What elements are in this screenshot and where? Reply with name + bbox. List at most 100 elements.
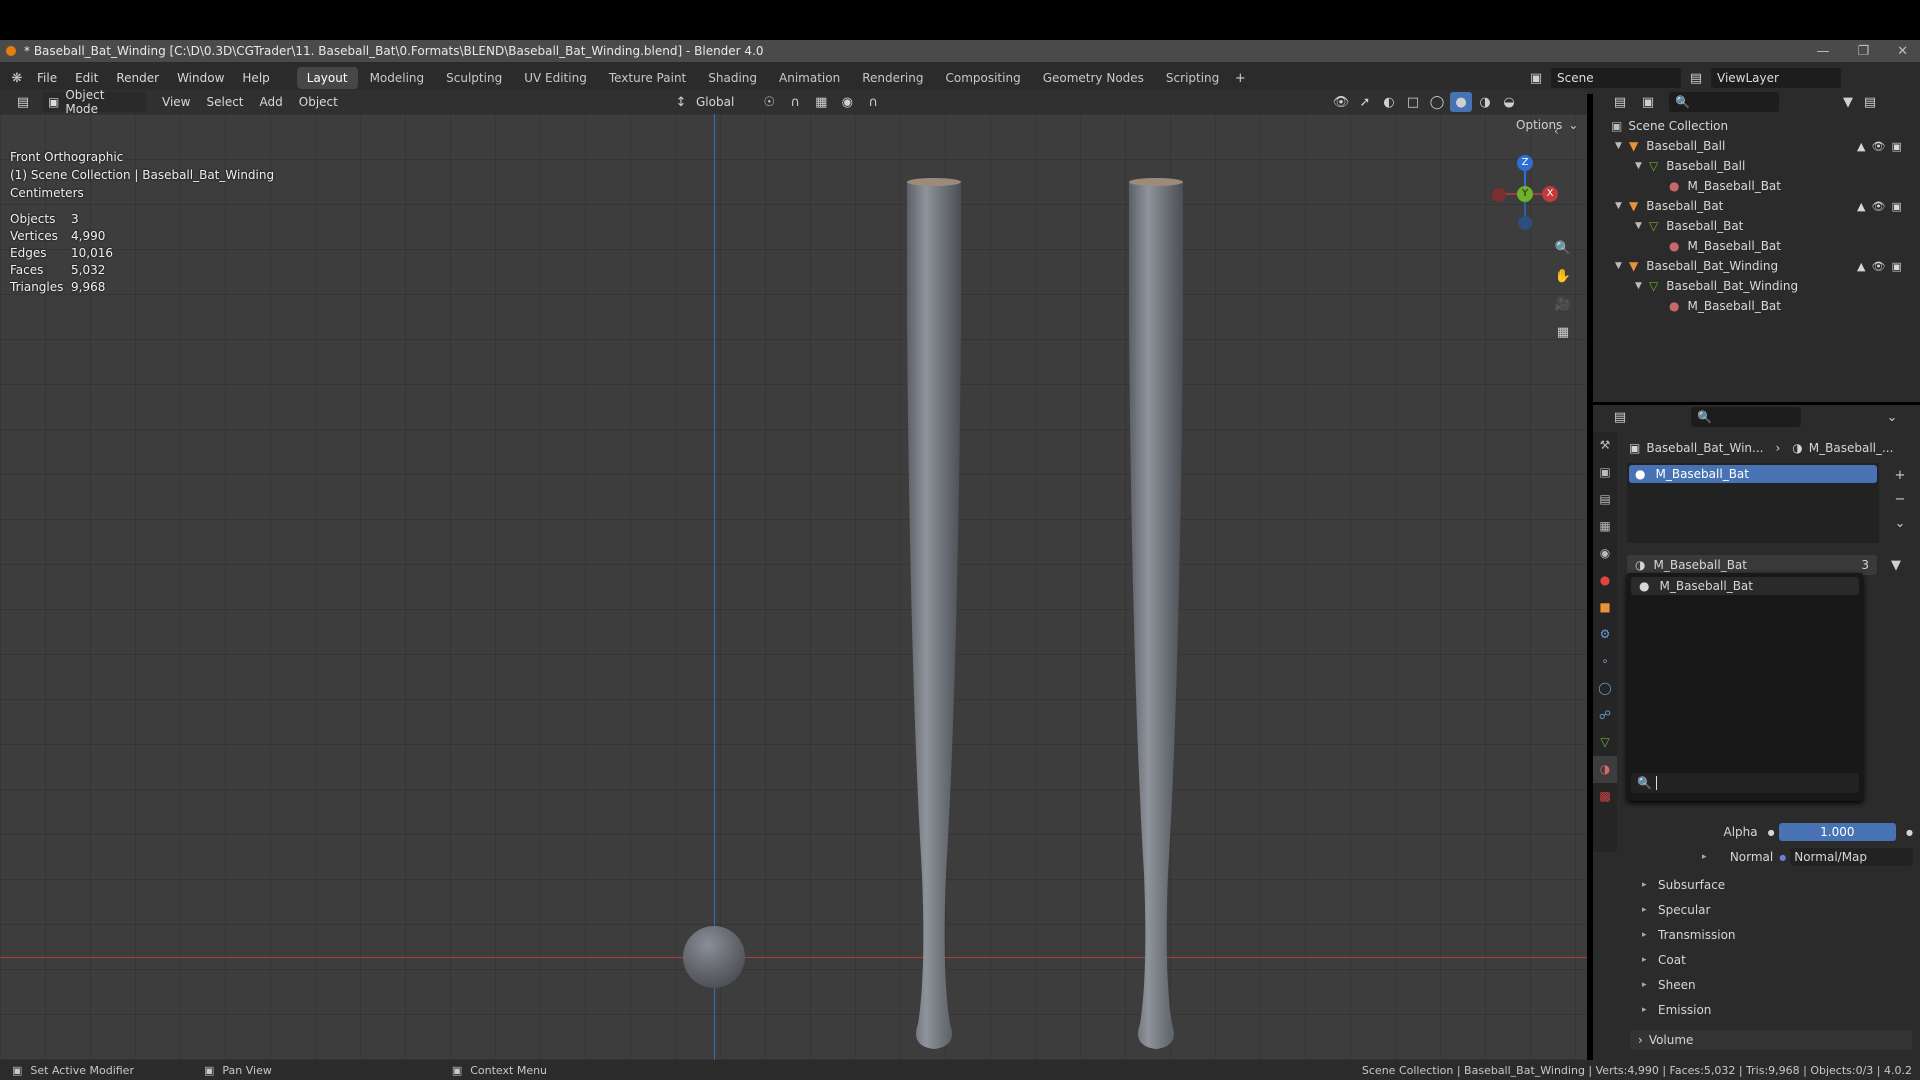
material-browse-icon[interactable]: ◑: [1635, 558, 1645, 572]
eye-icon[interactable]: 👁: [1871, 260, 1885, 273]
outliner-editor-icon[interactable]: ▤: [1609, 92, 1631, 112]
link-icon[interactable]: ▼: [1885, 555, 1907, 575]
outliner-item[interactable]: ▼ ▼ Baseball_Bat: [1615, 196, 1723, 216]
3d-viewport[interactable]: Front Orthographic (1) Scene Collection …: [0, 114, 1587, 1060]
add-slot-icon[interactable]: +: [1889, 465, 1911, 485]
tab-animation[interactable]: Animation: [769, 67, 850, 89]
render-icon[interactable]: ▣: [1593, 459, 1617, 486]
baseball-bat-object[interactable]: [907, 178, 961, 1049]
filter-icon[interactable]: ▼: [1837, 92, 1859, 112]
camera-render-icon[interactable]: ▣: [1891, 260, 1901, 273]
physics-icon[interactable]: ◯: [1593, 675, 1617, 702]
baseball-ball-object[interactable]: [683, 926, 745, 988]
viewport-menu-object[interactable]: Object: [291, 95, 346, 109]
section-subsurface[interactable]: ▸ Subsurface: [1636, 872, 1736, 897]
dropdown-item[interactable]: ● M_Baseball_Bat: [1631, 577, 1859, 595]
section-sheen[interactable]: ▸ Sheen: [1636, 972, 1736, 997]
gizmo-y[interactable]: Y: [1517, 186, 1533, 202]
camera-render-icon[interactable]: ▣: [1891, 200, 1901, 213]
normal-socket-icon[interactable]: ●: [1779, 853, 1786, 862]
outliner-item[interactable]: ▼ ▽ Baseball_Bat: [1635, 216, 1743, 236]
data-icon[interactable]: ▽: [1593, 729, 1617, 756]
view-layer-tab-icon[interactable]: ▦: [1593, 513, 1617, 540]
visibility-icon[interactable]: 👁: [1330, 92, 1352, 112]
expand-icon[interactable]: ▼: [1615, 201, 1629, 211]
expand-icon[interactable]: ▼: [1615, 261, 1629, 271]
section-coat[interactable]: ▸ Coat: [1636, 947, 1736, 972]
snap-grid-icon[interactable]: ▦: [810, 92, 832, 112]
section-transmission[interactable]: ▸ Transmission: [1636, 922, 1736, 947]
tab-modeling[interactable]: Modeling: [360, 67, 435, 89]
alpha-keyframe-icon[interactable]: ●: [1906, 828, 1913, 837]
modifier-icon[interactable]: ⚙: [1593, 621, 1617, 648]
viewport-menu-view[interactable]: View: [154, 95, 198, 109]
pivot-icon[interactable]: ☉: [758, 92, 780, 112]
section-specular[interactable]: ▸ Specular: [1636, 897, 1736, 922]
scene-tab-icon[interactable]: ◉: [1593, 540, 1617, 567]
xray-icon[interactable]: □: [1402, 92, 1424, 112]
add-workspace-icon[interactable]: +: [1229, 68, 1251, 88]
outliner-item[interactable]: ▼ ▼ Baseball_Ball: [1615, 136, 1725, 156]
baseball-bat-winding-object[interactable]: [1129, 178, 1183, 1060]
expand-icon[interactable]: ▼: [1635, 161, 1649, 171]
material-tab-icon[interactable]: ◑: [1593, 756, 1617, 783]
gizmo-neg-z[interactable]: [1518, 216, 1532, 230]
blender-menu-icon[interactable]: ❋: [6, 68, 28, 88]
material-datablock-field[interactable]: ◑ M_Baseball_Bat 3: [1627, 555, 1877, 575]
pan-hand-icon[interactable]: ✋: [1552, 266, 1574, 286]
world-icon[interactable]: ●: [1593, 567, 1617, 594]
alpha-field[interactable]: 1.000: [1778, 823, 1897, 841]
tab-shading[interactable]: Shading: [698, 67, 767, 89]
view-layer-field[interactable]: ViewLayer: [1711, 68, 1841, 88]
maximize-icon[interactable]: ❐: [1857, 44, 1869, 59]
slot-menu-icon[interactable]: ⌄: [1889, 513, 1911, 533]
overlay-toggle-icon[interactable]: ◐: [1378, 92, 1400, 112]
snap-icon[interactable]: ∩: [784, 92, 806, 112]
select-toggle-icon[interactable]: ▲: [1857, 140, 1865, 153]
outliner-search[interactable]: 🔍: [1669, 92, 1779, 112]
outliner-item[interactable]: ● M_Baseball_Bat: [1655, 236, 1781, 256]
orientation-select[interactable]: Global: [696, 95, 734, 109]
outliner-item[interactable]: ● M_Baseball_Bat: [1655, 296, 1781, 316]
view-layer-icon[interactable]: ▤: [1685, 68, 1707, 88]
properties-editor-icon[interactable]: ▤: [1609, 407, 1631, 427]
ortho-grid-icon[interactable]: ▦: [1552, 322, 1574, 342]
eye-icon[interactable]: 👁: [1871, 200, 1885, 213]
output-icon[interactable]: ▤: [1593, 486, 1617, 513]
options-button[interactable]: Options ⌄: [1516, 118, 1578, 132]
close-icon[interactable]: ✕: [1897, 44, 1908, 59]
tab-rendering[interactable]: Rendering: [852, 67, 933, 89]
eye-icon[interactable]: 👁: [1871, 140, 1885, 153]
transform-orientation-icon[interactable]: ↕: [670, 92, 692, 112]
tab-uv-editing[interactable]: UV Editing: [514, 67, 597, 89]
section-emission[interactable]: ▸ Emission: [1636, 997, 1736, 1022]
alpha-socket-icon[interactable]: ●: [1768, 828, 1775, 837]
viewport-menu-add[interactable]: Add: [252, 95, 291, 109]
properties-options-icon[interactable]: ⌄: [1881, 407, 1903, 427]
tab-scripting[interactable]: Scripting: [1156, 67, 1229, 89]
zoom-icon[interactable]: 🔍: [1552, 238, 1574, 258]
gizmo-neg-x[interactable]: [1492, 188, 1506, 202]
gizmo-x[interactable]: X: [1542, 186, 1558, 202]
texture-icon[interactable]: ▩: [1593, 783, 1617, 810]
remove-slot-icon[interactable]: −: [1889, 489, 1911, 509]
minimize-icon[interactable]: —: [1816, 44, 1829, 59]
tab-sculpting[interactable]: Sculpting: [436, 67, 512, 89]
select-toggle-icon[interactable]: ▲: [1857, 260, 1865, 273]
new-collection-icon[interactable]: ▤: [1859, 92, 1881, 112]
dropdown-search[interactable]: 🔍: [1631, 773, 1859, 793]
tab-compositing[interactable]: Compositing: [935, 67, 1030, 89]
outliner-item[interactable]: ▼ ▼ Baseball_Bat_Winding: [1615, 256, 1778, 276]
particles-icon[interactable]: ∘: [1593, 648, 1617, 675]
camera-render-icon[interactable]: ▣: [1891, 140, 1901, 153]
display-mode-icon[interactable]: ▣: [1637, 92, 1659, 112]
mode-select[interactable]: ▣ Object Mode: [42, 88, 146, 116]
scene-icon[interactable]: ▣: [1525, 68, 1547, 88]
editor-type-icon[interactable]: ▤: [12, 92, 34, 112]
scene-collection-row[interactable]: ▣ Scene Collection: [1611, 116, 1728, 136]
outliner-item[interactable]: ● M_Baseball_Bat: [1655, 176, 1781, 196]
select-toggle-icon[interactable]: ▲: [1857, 200, 1865, 213]
falloff-icon[interactable]: ∩: [862, 92, 884, 112]
rendered-shading-icon[interactable]: ◒: [1498, 92, 1520, 112]
proportional-edit-icon[interactable]: ◉: [836, 92, 858, 112]
